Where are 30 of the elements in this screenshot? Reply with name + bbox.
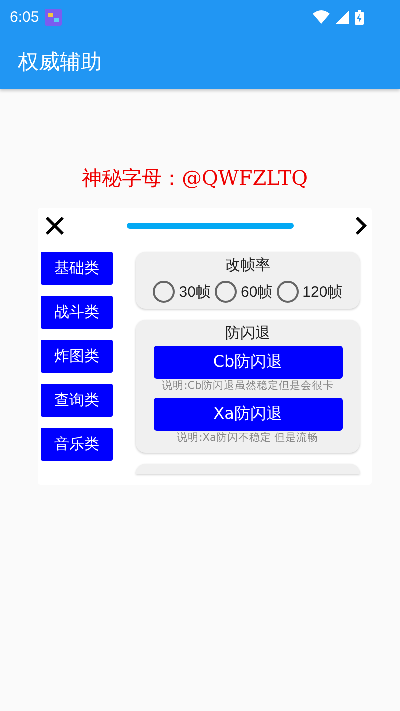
anti-flash-button[interactable]: Cb防闪退 <box>154 346 342 379</box>
description-text: 说明:Cb防闪退虽然稳定但是会很卡 <box>162 379 334 393</box>
description-text: 说明:Xa防闪不稳定 但是流畅 <box>177 431 319 445</box>
signal-icon <box>336 10 349 24</box>
app-title: 权威辅助 <box>18 48 102 76</box>
category-button[interactable]: 基础类 <box>41 252 113 285</box>
chevron-right-icon[interactable] <box>355 216 367 236</box>
wifi-icon <box>313 10 330 24</box>
category-button[interactable]: 查询类 <box>41 384 113 417</box>
category-button[interactable]: 音乐类 <box>41 428 113 461</box>
frame-rate-radio[interactable]: 120帧 <box>276 281 343 303</box>
radio-circle-icon[interactable] <box>214 281 237 303</box>
radio-label: 120帧 <box>302 282 343 302</box>
card-title: 防闪退 <box>226 323 270 343</box>
app-notification-icon <box>45 8 62 26</box>
status-time: 6:05 <box>10 8 40 26</box>
close-icon[interactable] <box>45 216 65 236</box>
battery-icon <box>355 10 364 24</box>
category-button[interactable]: 炸图类 <box>41 340 113 373</box>
anti-flash-button[interactable]: Xa防闪退 <box>154 398 342 431</box>
card-title: 改帧率 <box>226 255 270 275</box>
drag-handle[interactable] <box>126 222 294 228</box>
category-button[interactable]: 战斗类 <box>41 296 113 329</box>
radio-circle-icon[interactable] <box>276 281 299 303</box>
frame-rate-radio[interactable]: 30帧 <box>153 281 211 303</box>
banner-text: 神秘字母：@QWFZLTQ <box>80 165 310 192</box>
radio-circle-icon[interactable] <box>153 281 176 303</box>
frame-rate-radio[interactable]: 60帧 <box>214 281 273 303</box>
radio-label: 30帧 <box>179 282 211 302</box>
radio-label: 60帧 <box>240 282 273 302</box>
